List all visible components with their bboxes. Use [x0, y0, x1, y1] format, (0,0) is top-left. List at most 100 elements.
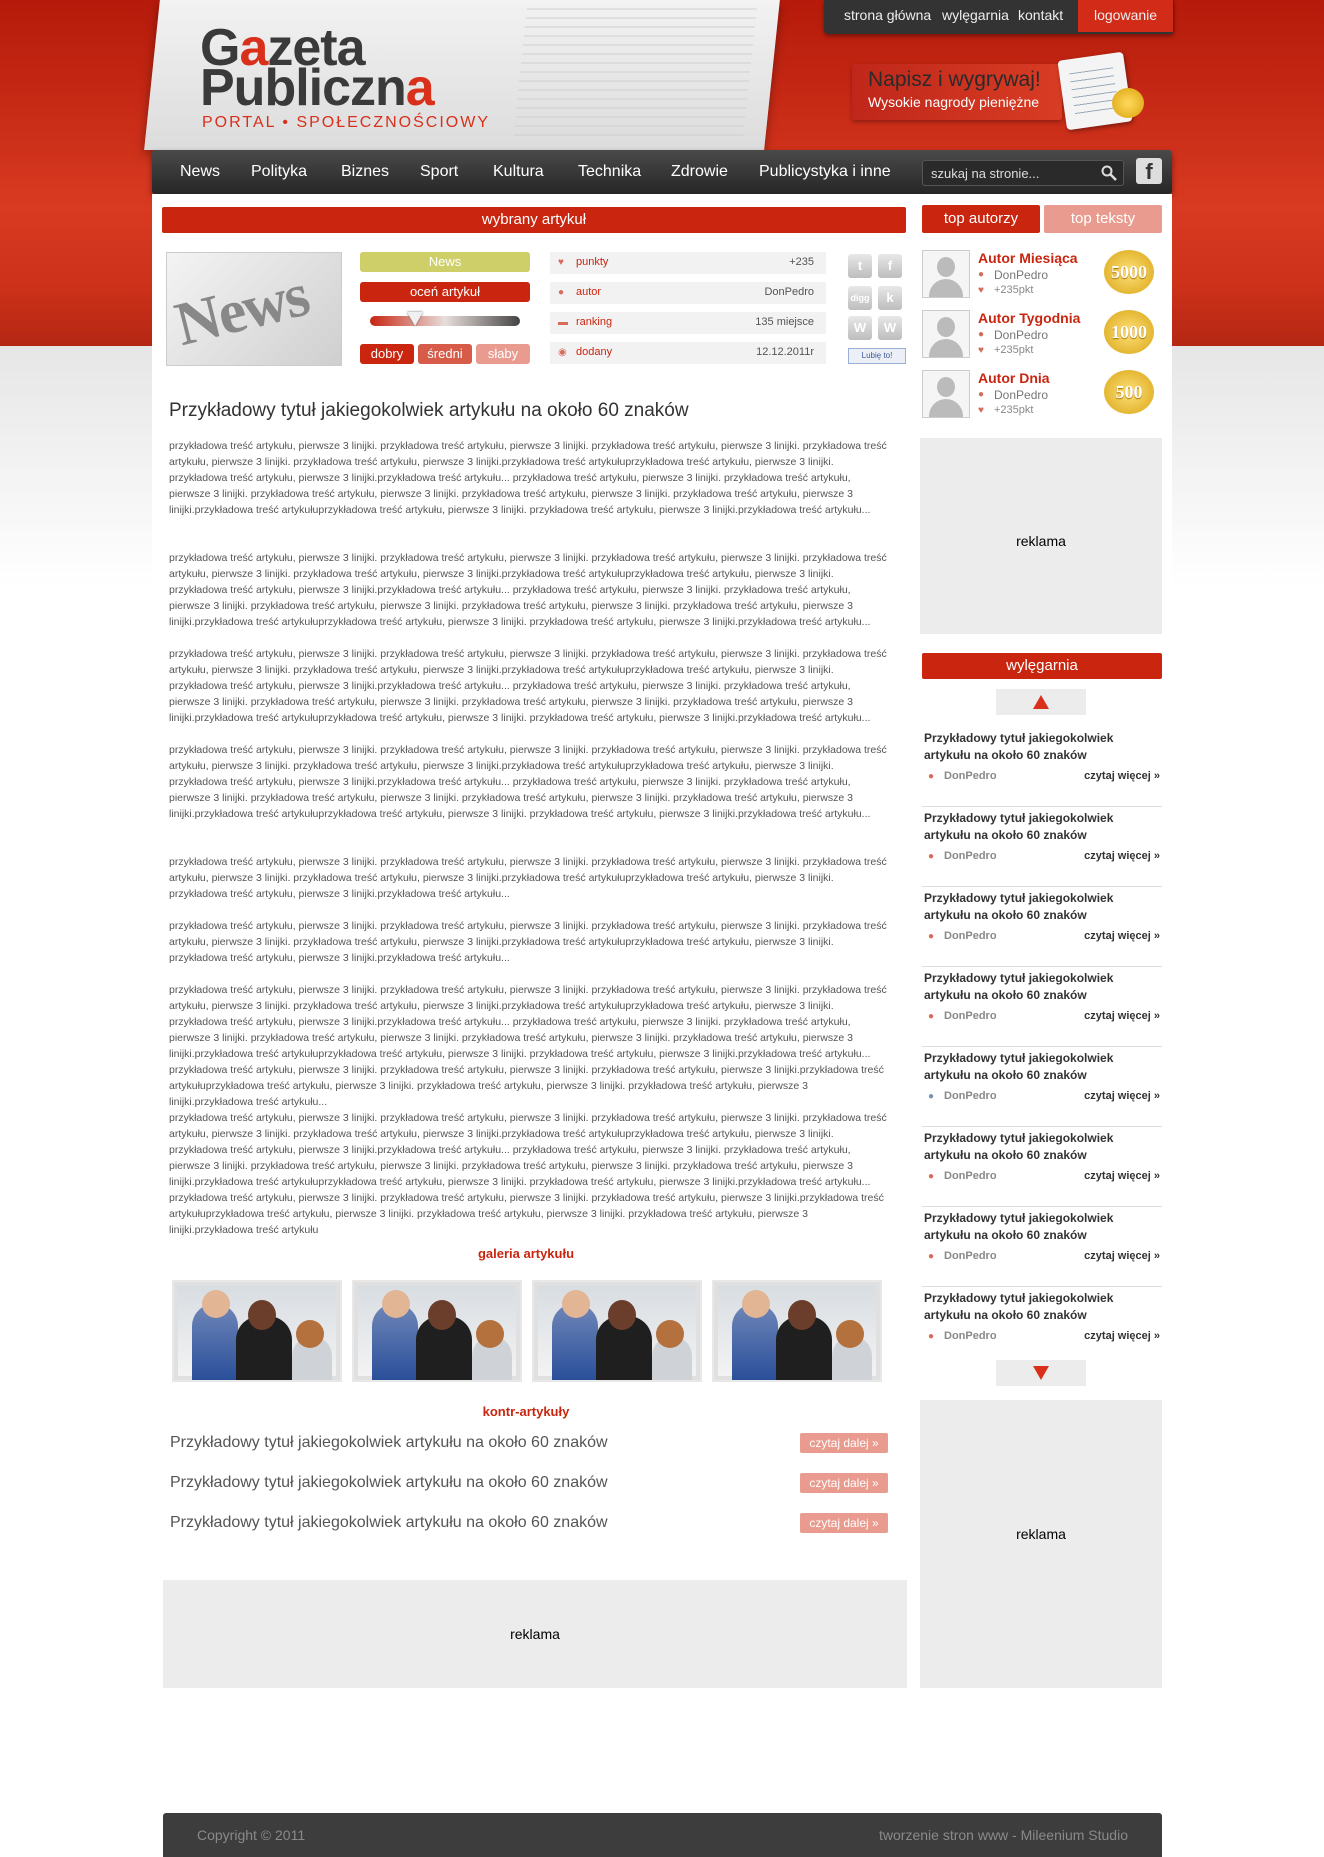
section-header-wylegarnia: wylęgarnia	[922, 653, 1162, 679]
list-item-title[interactable]: Przykładowy tytuł jakiegokolwiek artykuł…	[924, 890, 1144, 924]
stat-value[interactable]: DonPedro	[764, 286, 814, 298]
gallery-image[interactable]	[172, 1280, 342, 1382]
ad-sidebar-bottom[interactable]: reklama	[920, 1400, 1162, 1688]
list-item-author[interactable]: DonPedro	[944, 1170, 997, 1182]
list-item-title[interactable]: Przykładowy tytuł jakiegokolwiek artykuł…	[924, 1290, 1144, 1324]
user-icon: ●	[928, 1091, 935, 1102]
author-name[interactable]: DonPedro	[994, 388, 1048, 402]
blip-icon[interactable]: W	[848, 316, 872, 340]
article-paragraph: przykładowa treść artykułu, pierwsze 3 l…	[169, 552, 887, 628]
logo-line-2[interactable]: Publiczna	[200, 62, 435, 114]
read-more-link[interactable]: czytaj więcej »	[1084, 770, 1160, 782]
gallery-image[interactable]	[712, 1280, 882, 1382]
list-item-title[interactable]: Przykładowy tytuł jakiegokolwiek artykuł…	[924, 1050, 1144, 1084]
category-badge[interactable]: News	[360, 252, 530, 272]
avatar	[922, 250, 970, 298]
facebook-share-icon[interactable]: f	[878, 254, 902, 278]
tab-top-authors[interactable]: top autorzy	[922, 205, 1040, 233]
read-more-button[interactable]: czytaj dalej »	[800, 1473, 888, 1493]
search-icon[interactable]	[1101, 165, 1117, 181]
gallery-title: galeria artykułu	[477, 1246, 575, 1261]
read-more-link[interactable]: czytaj więcej »	[1084, 850, 1160, 862]
rate-bad-button[interactable]: słaby	[476, 344, 530, 364]
author-name[interactable]: DonPedro	[994, 328, 1048, 342]
counter-article-title[interactable]: Przykładowy tytuł jakiegokolwiek artykuł…	[170, 1514, 608, 1532]
nav-sport[interactable]: Sport	[420, 150, 458, 194]
list-item-author[interactable]: DonPedro	[944, 1330, 997, 1342]
list-item-author[interactable]: DonPedro	[944, 850, 997, 862]
list-item-title[interactable]: Przykładowy tytuł jakiegokolwiek artykuł…	[924, 730, 1144, 764]
nav-biznes[interactable]: Biznes	[341, 150, 389, 194]
list-item[interactable]: Przykładowy tytuł jakiegokolwiek artykuł…	[922, 888, 1162, 967]
read-more-button[interactable]: czytaj dalej »	[800, 1513, 888, 1533]
counter-articles-title: kontr-artykuły	[482, 1404, 570, 1419]
author-day[interactable]: Autor Dnia ● DonPedro ♥ +235pkt 500	[922, 370, 1162, 422]
nav-technika[interactable]: Technika	[578, 150, 641, 194]
list-item-author[interactable]: DonPedro	[944, 1090, 997, 1102]
list-item[interactable]: Przykładowy tytuł jakiegokolwiek artykuł…	[922, 728, 1162, 807]
rating-slider-handle[interactable]	[407, 312, 423, 326]
scroll-down-button[interactable]	[996, 1360, 1086, 1386]
nav-publicystyka[interactable]: Publicystyka i inne	[759, 150, 891, 194]
twitter-icon[interactable]: t	[848, 254, 872, 278]
newspaper-texture	[513, 8, 757, 138]
list-item-title[interactable]: Przykładowy tytuł jakiegokolwiek artykuł…	[924, 1130, 1144, 1164]
read-more-button[interactable]: czytaj dalej »	[800, 1433, 888, 1453]
login-button[interactable]: logowanie	[1078, 0, 1174, 32]
author-name[interactable]: DonPedro	[994, 268, 1048, 282]
rate-good-button[interactable]: dobry	[360, 344, 414, 364]
list-item-author[interactable]: DonPedro	[944, 1250, 997, 1262]
list-item[interactable]: Przykładowy tytuł jakiegokolwiek artykuł…	[922, 1288, 1162, 1366]
search-box	[922, 160, 1124, 186]
top-nav-wylegarnia[interactable]: wylęgarnia	[942, 0, 1009, 32]
counter-article-title[interactable]: Przykładowy tytuł jakiegokolwiek artykuł…	[170, 1434, 608, 1452]
top-nav-home[interactable]: strona główna	[844, 0, 931, 32]
counter-article-title[interactable]: Przykładowy tytuł jakiegokolwiek artykuł…	[170, 1474, 608, 1492]
list-item[interactable]: Przykładowy tytuł jakiegokolwiek artykuł…	[922, 1128, 1162, 1207]
read-more-link[interactable]: czytaj więcej »	[1084, 1330, 1160, 1342]
list-item-author[interactable]: DonPedro	[944, 1010, 997, 1022]
ad-sidebar-top[interactable]: reklama	[920, 438, 1162, 634]
list-item[interactable]: Przykładowy tytuł jakiegokolwiek artykuł…	[922, 968, 1162, 1047]
wykop-icon[interactable]: k	[878, 286, 902, 310]
read-more-link[interactable]: czytaj więcej »	[1084, 1250, 1160, 1262]
read-more-link[interactable]: czytaj więcej »	[1084, 1010, 1160, 1022]
read-more-link[interactable]: czytaj więcej »	[1084, 1090, 1160, 1102]
list-item[interactable]: Przykładowy tytuł jakiegokolwiek artykuł…	[922, 1048, 1162, 1127]
list-item-title[interactable]: Przykładowy tytuł jakiegokolwiek artykuł…	[924, 810, 1144, 844]
search-input[interactable]	[929, 162, 1093, 184]
credit-link[interactable]: tworzenie stron www - Mileenium Studio	[879, 1827, 1128, 1843]
nav-news[interactable]: News	[180, 150, 220, 194]
nav-polityka[interactable]: Polityka	[251, 150, 307, 194]
logo-subtitle: PORTAL • SPOŁECZNOŚCIOWY	[202, 114, 491, 131]
list-item-title[interactable]: Przykładowy tytuł jakiegokolwiek artykuł…	[924, 970, 1144, 1004]
facebook-icon[interactable]: f	[1136, 158, 1162, 184]
rating-slider[interactable]	[370, 316, 520, 326]
list-item[interactable]: Przykładowy tytuł jakiegokolwiek artykuł…	[922, 1208, 1162, 1287]
thumbs-icon: ♥	[558, 257, 564, 268]
arrow-up-icon	[1033, 695, 1049, 709]
list-item[interactable]: Przykładowy tytuł jakiegokolwiek artykuł…	[922, 808, 1162, 887]
read-more-link[interactable]: czytaj więcej »	[1084, 1170, 1160, 1182]
ad-banner-bottom[interactable]: reklama	[163, 1580, 907, 1688]
tab-top-texts[interactable]: top teksty	[1044, 205, 1162, 233]
gallery-image[interactable]	[532, 1280, 702, 1382]
rate-medium-button[interactable]: średni	[418, 344, 472, 364]
digg-icon[interactable]: digg	[848, 286, 872, 310]
author-month[interactable]: Autor Miesiąca ● DonPedro ♥ +235pkt 5000	[922, 250, 1162, 302]
like-button[interactable]: Lubię to!	[848, 348, 906, 364]
scroll-up-button[interactable]	[996, 689, 1086, 715]
list-item-author[interactable]: DonPedro	[944, 770, 997, 782]
list-item-author[interactable]: DonPedro	[944, 930, 997, 942]
share-icon[interactable]: W	[878, 316, 902, 340]
author-points: +235pkt	[994, 344, 1034, 356]
nav-kultura[interactable]: Kultura	[493, 150, 544, 194]
list-item-title[interactable]: Przykładowy tytuł jakiegokolwiek artykuł…	[924, 1210, 1144, 1244]
read-more-link[interactable]: czytaj więcej »	[1084, 930, 1160, 942]
nav-zdrowie[interactable]: Zdrowie	[671, 150, 728, 194]
user-icon: ●	[928, 931, 935, 942]
top-nav-kontakt[interactable]: kontakt	[1018, 0, 1063, 32]
author-week[interactable]: Autor Tygodnia ● DonPedro ♥ +235pkt 1000	[922, 310, 1162, 362]
user-icon: ●	[928, 851, 935, 862]
gallery-image[interactable]	[352, 1280, 522, 1382]
